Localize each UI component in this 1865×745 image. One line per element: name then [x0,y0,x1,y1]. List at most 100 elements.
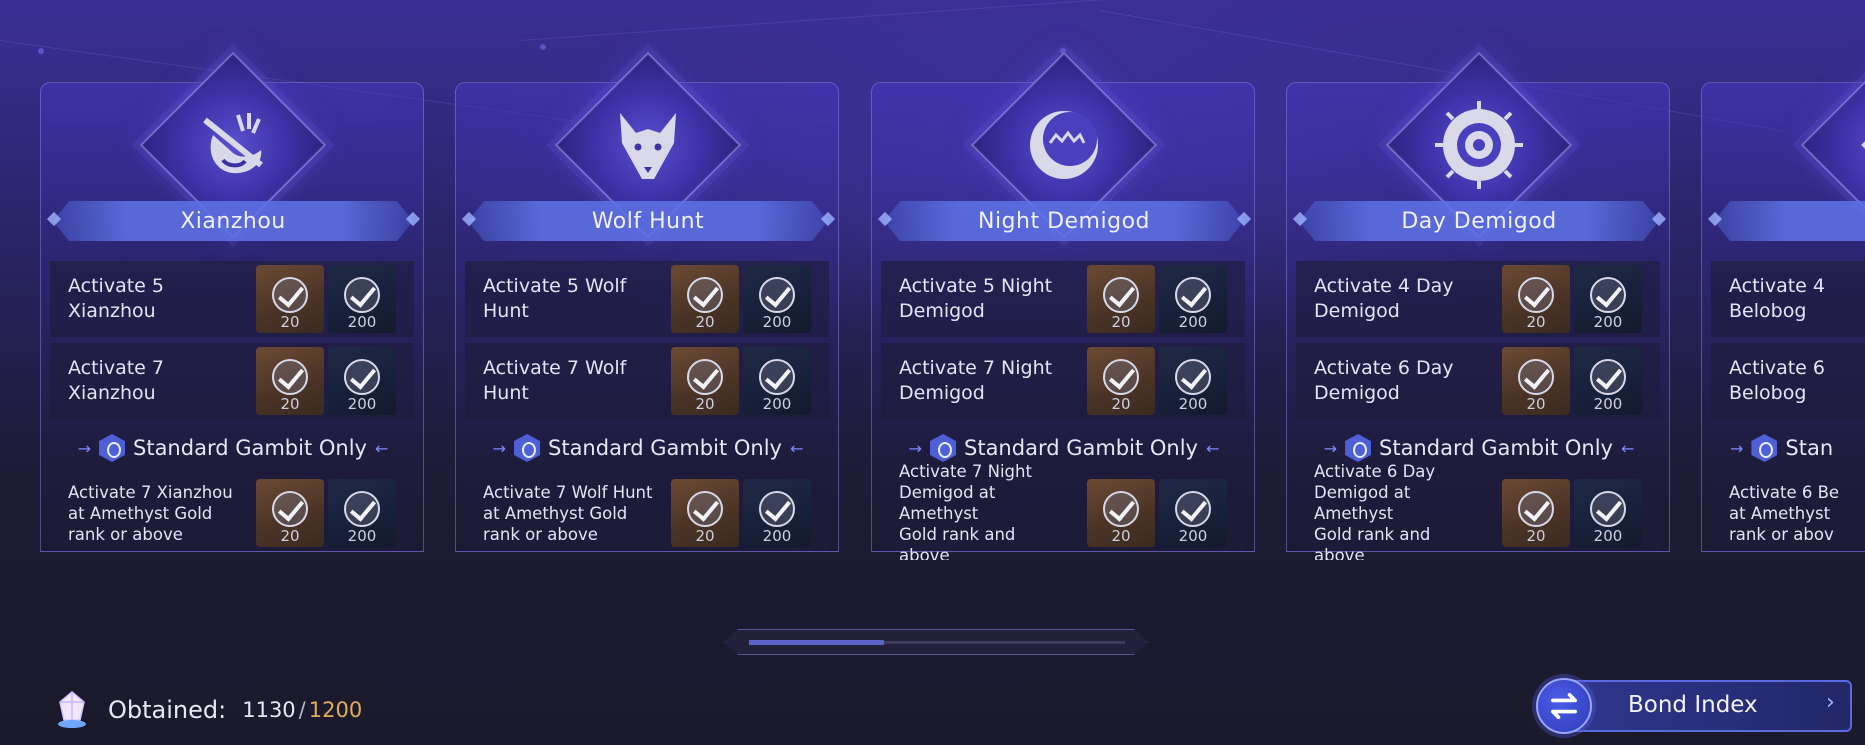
horizontal-scrollbar[interactable] [724,629,1148,655]
faction-card-xianzhou[interactable]: Xianzhou Activate 5 Xianzhou 20 200 Activ… [40,51,424,552]
scroll-thumb[interactable] [749,640,884,645]
reward-blue-claimed[interactable]: 200 [743,347,811,415]
arrow-right-icon: → [908,438,922,458]
objective-text: Activate 6 Day Demigod [1314,357,1454,404]
sun-eye-icon [1435,101,1523,189]
objective-row: Activate 5 Wolf Hunt 20 200 [465,261,829,337]
gambit-hex-icon [1345,434,1371,462]
reward-blue-claimed[interactable]: 200 [328,479,396,547]
objective-text: Activate 4 Day Demigod [1314,275,1454,322]
checkmark-icon [1518,277,1554,313]
objective-text: Activate 7 Wolf Hunt at Amethyst Gold rank… [483,482,653,544]
checkmark-icon [687,277,723,313]
special-objective-row: Activate 6 Be at Amethyst rank or abov [1711,475,1865,551]
faction-name: Day Demigod [1401,208,1557,234]
checkmark-icon [1175,491,1211,527]
objective-text: Activate 7 Night Demigod [899,357,1053,404]
faction-name-plate: Night Demigod [884,201,1244,241]
faction-name-plate: Day Demigod [1299,201,1659,241]
arrow-left-icon: ← [1205,438,1220,458]
reward-gold-claimed[interactable]: 20 [1502,479,1570,547]
crystal-icon [58,691,86,728]
reward-blue-claimed[interactable]: 200 [328,265,396,333]
checkmark-icon [759,359,795,395]
faction-name-plate [1714,201,1865,241]
objective-text: Activate 5 Night Demigod [899,275,1053,322]
reward-gold-claimed[interactable]: 20 [1502,265,1570,333]
bond-index-button[interactable]: Bond Index › [1536,678,1854,734]
checkmark-icon [344,277,380,313]
checkmark-icon [1518,359,1554,395]
checkmark-icon [759,491,795,527]
reward-blue-claimed[interactable]: 200 [1574,479,1642,547]
gambit-hex-icon [99,434,125,462]
objective-text: Activate 7 Xianzhou [68,357,164,404]
reward-gold-claimed[interactable]: 20 [671,347,739,415]
faction-name: Wolf Hunt [591,208,705,234]
objective-text: Activate 4 Belobog [1729,275,1825,322]
checkmark-icon [1103,277,1139,313]
special-objective-row: Activate 7 Xianzhou at Amethyst Gold rank … [50,475,414,551]
checkmark-icon [272,277,308,313]
faction-name: Xianzhou [180,208,286,234]
arrow-right-icon: → [1730,438,1744,458]
objective-text: Activate 6 Be at Amethyst rank or abov [1729,482,1840,544]
objective-text: Activate 5 Wolf Hunt [483,275,627,322]
checkmark-icon [759,277,795,313]
faction-card-list[interactable]: Xianzhou Activate 5 Xianzhou 20 200 Activ… [0,0,1865,560]
gambit-hex-icon [1751,434,1778,462]
arrow-left-icon: ← [789,438,804,458]
faction-card-night-demigod[interactable]: Night Demigod Activate 5 Night Demigod 20… [871,51,1255,560]
reward-blue-claimed[interactable]: 200 [743,265,811,333]
objective-row: Activate 6 Day Demigod 20 200 [1296,343,1660,419]
checkmark-icon [1518,491,1554,527]
faction-card-belobog[interactable]: Activate 4 Belobog Activate 6 Belobog → St… [1701,51,1865,552]
reward-gold-claimed[interactable]: 20 [256,265,324,333]
reward-gold-claimed[interactable]: 20 [1087,265,1155,333]
reward-blue-claimed[interactable]: 200 [1574,265,1642,333]
arrow-left-icon: ← [1620,438,1635,458]
faction-name-plate: Wolf Hunt [468,201,828,241]
reward-gold-claimed[interactable]: 20 [1502,347,1570,415]
arrow-right-icon: → [77,438,91,458]
reward-blue-claimed[interactable]: 200 [1159,265,1227,333]
reward-gold-claimed[interactable]: 20 [1087,479,1155,547]
reward-blue-claimed[interactable]: 200 [1574,347,1642,415]
reward-gold-claimed[interactable]: 20 [1087,347,1155,415]
reward-blue-claimed[interactable]: 200 [1159,479,1227,547]
checkmark-icon [1103,491,1139,527]
belobog-icon [1861,141,1865,149]
objective-text: Activate 6 Day Demigod at Amethyst Gold ra… [1314,461,1436,561]
arrow-right-icon: → [492,438,506,458]
reward-blue-claimed[interactable]: 200 [743,479,811,547]
reward-gold-claimed[interactable]: 20 [671,479,739,547]
reward-blue-claimed[interactable]: 200 [1159,347,1227,415]
reward-gold-claimed[interactable]: 20 [256,479,324,547]
reward-gold-claimed[interactable]: 20 [256,347,324,415]
arrow-left-icon: ← [374,438,389,458]
checkmark-icon [1590,491,1626,527]
objective-row: Activate 7 Wolf Hunt 20 200 [465,343,829,419]
special-objective-row: Activate 6 Day Demigod at Amethyst Gold ra… [1296,462,1660,560]
checkmark-icon [1103,359,1139,395]
checkmark-icon [687,491,723,527]
standard-gambit-divider: → Standard Gambit Only ← [77,434,389,462]
standard-gambit-divider: → Stan [1730,434,1834,462]
objective-row: Activate 6 Belobog [1711,343,1865,419]
gambit-hex-icon [930,434,956,462]
scroll-track[interactable] [749,641,1125,644]
checkmark-icon [344,359,380,395]
xianzhou-icon [203,113,263,174]
reward-gold-claimed[interactable]: 20 [671,265,739,333]
checkmark-icon [1175,277,1211,313]
special-objective-row: Activate 7 Night Demigod at Amethyst Gold … [881,462,1245,560]
faction-card-day-demigod[interactable]: Day Demigod Activate 4 Day Demigod 20 200… [1286,51,1670,560]
faction-name: Night Demigod [977,208,1150,234]
objective-text: Activate 6 Belobog [1729,357,1825,404]
checkmark-icon [1590,359,1626,395]
swap-arrows-icon[interactable] [1536,678,1592,734]
faction-card-wolf-hunt[interactable]: Wolf Hunt Activate 5 Wolf Hunt 20 200 Act… [455,51,839,552]
objective-row: Activate 7 Xianzhou 20 200 [50,343,414,419]
objective-text: Activate 5 Xianzhou [68,275,164,322]
reward-blue-claimed[interactable]: 200 [328,347,396,415]
